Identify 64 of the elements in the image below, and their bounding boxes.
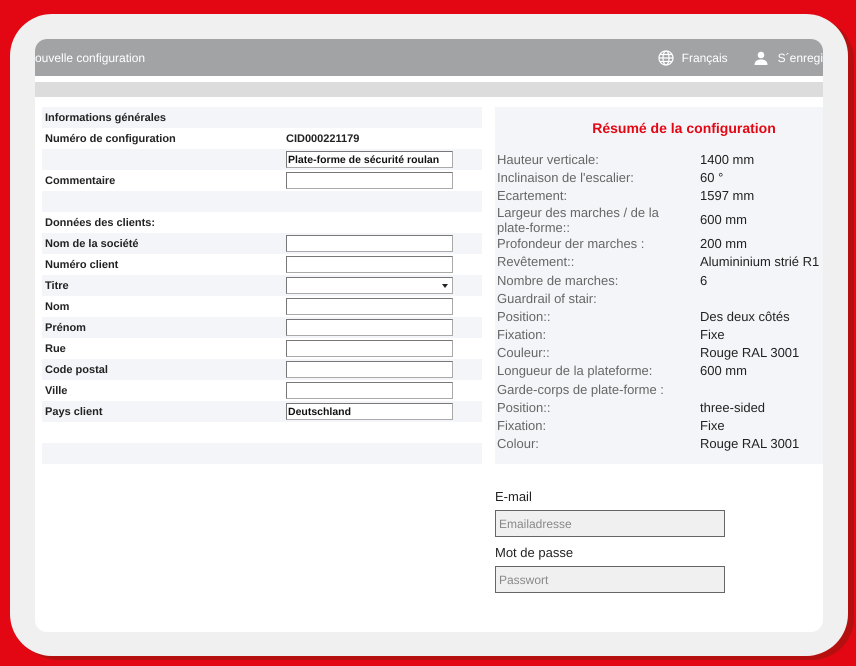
input-field[interactable] xyxy=(286,235,453,252)
summary-label: Position:: xyxy=(497,400,552,415)
input-field[interactable] xyxy=(286,319,453,336)
input-field[interactable] xyxy=(286,298,453,315)
summary-value: 6 xyxy=(700,272,708,288)
summary-value: 200 mm xyxy=(700,236,747,252)
password-field[interactable]: Passwort xyxy=(495,566,725,593)
dropdown-field[interactable] xyxy=(286,277,453,294)
globe-icon xyxy=(658,50,674,66)
summary-label: Nombre de marches: xyxy=(497,272,620,288)
field-label: Rue xyxy=(44,342,67,354)
summary-value: three-sided xyxy=(700,400,766,415)
section-heading: Informations générales xyxy=(44,112,168,124)
input-field[interactable] xyxy=(286,382,453,399)
summary-label: Garde-corps de plate-forme : xyxy=(497,382,665,397)
summary-label: Couleur:: xyxy=(497,345,551,360)
field-label: Titre xyxy=(44,280,70,292)
field-label: Numéro client xyxy=(44,258,120,270)
summary-value: Des deux côtés xyxy=(700,308,790,324)
summary-value: Rouge RAL 3001 xyxy=(700,436,800,452)
summary-label: Colour: xyxy=(497,436,540,452)
input-field[interactable] xyxy=(286,172,453,189)
field-label: Numéro de configuration xyxy=(44,132,177,144)
summary-label: Ecartement: xyxy=(497,188,568,203)
summary-label: Longueur de la plateforme: xyxy=(497,363,654,378)
field-label: Ville xyxy=(44,384,68,396)
field-label: Nom de la société xyxy=(44,238,140,250)
summary-label: Largeur des marches / de la plate-forme:: xyxy=(497,204,660,235)
summary-label: Position:: xyxy=(497,308,552,324)
summary-label: Hauteur verticale: xyxy=(497,152,600,167)
summary-title: Résumé de la configuration xyxy=(591,120,777,136)
input-field[interactable]: Deutschland xyxy=(286,403,453,420)
summary-value: 1597 mm xyxy=(700,188,754,203)
summary-label: Guardrail of stair: xyxy=(497,290,598,306)
user-icon xyxy=(754,50,768,64)
input-field[interactable]: Plate-forme de sécurité roulan xyxy=(286,151,453,168)
summary-label: Profondeur der marches : xyxy=(497,236,646,252)
summary-label: Inclinaison de l'escalier: xyxy=(497,170,635,185)
config-number: CID000221179 xyxy=(286,132,360,144)
field-label: Nom xyxy=(44,300,70,312)
summary-value: Rouge RAL 3001 xyxy=(700,345,800,360)
summary-value: 600 mm xyxy=(700,363,747,378)
summary-label: Revêtement:: xyxy=(497,254,576,270)
summary-value: 1400 mm xyxy=(700,152,754,167)
summary-label: Fixation: xyxy=(497,418,548,434)
field-label: Code postal xyxy=(44,364,109,376)
field-label: Commentaire xyxy=(44,174,116,186)
input-field[interactable] xyxy=(286,256,453,273)
section-heading: Données des clients: xyxy=(44,216,156,228)
summary-value: Fixe xyxy=(700,418,725,434)
summary-value: Fixe xyxy=(700,327,725,342)
password-label: Mot de passe xyxy=(495,545,574,560)
summary-value: 60 ° xyxy=(700,170,724,185)
input-field[interactable] xyxy=(286,361,453,378)
summary-value: Alumininium strié R1 xyxy=(700,254,820,270)
summary-label: Fixation: xyxy=(497,327,548,342)
input-field[interactable] xyxy=(286,340,453,357)
field-label: Pays client xyxy=(44,406,104,418)
page-title: ouvelle configuration xyxy=(35,50,146,64)
summary-value: 600 mm xyxy=(700,212,747,228)
email-label: E-mail xyxy=(495,489,533,504)
field-label: Prénom xyxy=(44,322,87,334)
email-field[interactable]: Emailadresse xyxy=(495,510,725,537)
caret-icon xyxy=(442,284,448,288)
